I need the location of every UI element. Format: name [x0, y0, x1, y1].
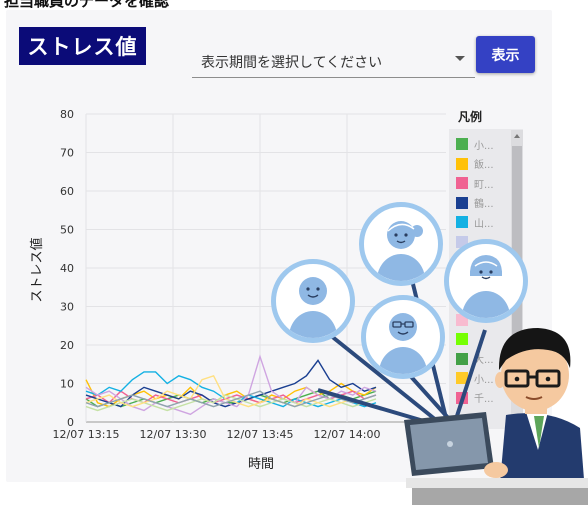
staff-avatar-2: [359, 202, 443, 286]
person-icon: [289, 277, 337, 338]
person-icon: [377, 221, 425, 281]
office-worker-illustration: [404, 328, 588, 505]
staff-avatar-1: [271, 259, 355, 343]
